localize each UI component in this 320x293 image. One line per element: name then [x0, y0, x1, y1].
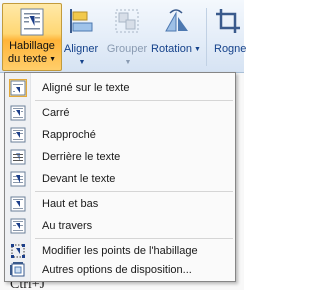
through-wrap-icon	[10, 218, 26, 234]
menu-item-label: Autres options de disposition...	[42, 264, 192, 276]
text-wrap-label-line1: Habillage	[9, 40, 55, 52]
group-icon	[113, 7, 141, 39]
menu-item-behind-text[interactable]: Derrière le texte	[6, 146, 234, 168]
menu-item-label: Derrière le texte	[42, 151, 121, 163]
align-label: Aligner	[63, 43, 99, 55]
ribbon-separator	[206, 8, 207, 66]
menu-separator	[35, 100, 233, 101]
crop-button[interactable]: Rogne	[210, 3, 250, 69]
menu-item-label: Carré	[42, 107, 70, 119]
crop-label: Rogne	[214, 43, 247, 55]
menu-item-label: Au travers	[42, 220, 93, 232]
edit-wrap-points-icon	[10, 243, 26, 259]
align-icon	[67, 7, 95, 39]
ribbon-arrange-group: Habillage du texte ▼ Aligner▼ Grouper▼ R…	[0, 0, 246, 73]
square-wrap-icon	[10, 105, 26, 121]
align-button[interactable]: Aligner ▼	[62, 3, 100, 69]
chevron-down-icon: ▼	[49, 56, 57, 63]
menu-item-label: Aligné sur le texte	[42, 82, 130, 94]
text-wrap-menu: Aligné sur le texte Carré Rapproché Derr…	[4, 72, 236, 282]
menu-item-inline-with-text[interactable]: Aligné sur le texte	[6, 77, 234, 99]
chevron-down-icon: ▼	[78, 59, 86, 66]
chevron-down-icon: ▼	[194, 46, 201, 53]
more-layout-options-icon	[10, 262, 26, 278]
menu-separator	[35, 238, 233, 239]
group-label: Grouper	[106, 43, 148, 55]
menu-item-through[interactable]: Au travers	[6, 215, 234, 237]
text-wrap-label-line2: du texte	[7, 53, 48, 65]
rotate-label: Rotation	[151, 43, 193, 55]
in-front-of-text-icon	[10, 171, 26, 187]
rotate-icon	[162, 7, 190, 39]
top-and-bottom-icon	[10, 196, 26, 212]
tight-wrap-icon	[10, 127, 26, 143]
menu-item-label: Devant le texte	[42, 173, 116, 185]
menu-item-tight[interactable]: Rapproché	[6, 124, 234, 146]
menu-item-label: Modifier les points de l'habillage	[42, 245, 198, 257]
inline-with-text-icon	[9, 79, 27, 97]
menu-item-in-front-of-text[interactable]: Devant le texte	[6, 168, 234, 190]
menu-item-top-and-bottom[interactable]: Haut et bas	[6, 193, 234, 215]
crop-icon	[214, 7, 242, 39]
menu-item-more-layout-options[interactable]: Autres options de disposition...	[6, 259, 234, 281]
menu-item-square[interactable]: Carré	[6, 102, 234, 124]
rotate-button[interactable]: Rotation ▼	[150, 3, 202, 69]
menu-item-label: Rapproché	[42, 129, 96, 141]
group-button[interactable]: Grouper ▼	[104, 3, 150, 69]
behind-text-icon	[10, 149, 26, 165]
text-wrap-icon	[20, 8, 44, 40]
menu-separator	[35, 191, 233, 192]
menu-item-label: Haut et bas	[42, 198, 99, 210]
chevron-down-icon: ▼	[124, 59, 132, 66]
text-wrap-button[interactable]: Habillage du texte ▼	[2, 3, 62, 71]
